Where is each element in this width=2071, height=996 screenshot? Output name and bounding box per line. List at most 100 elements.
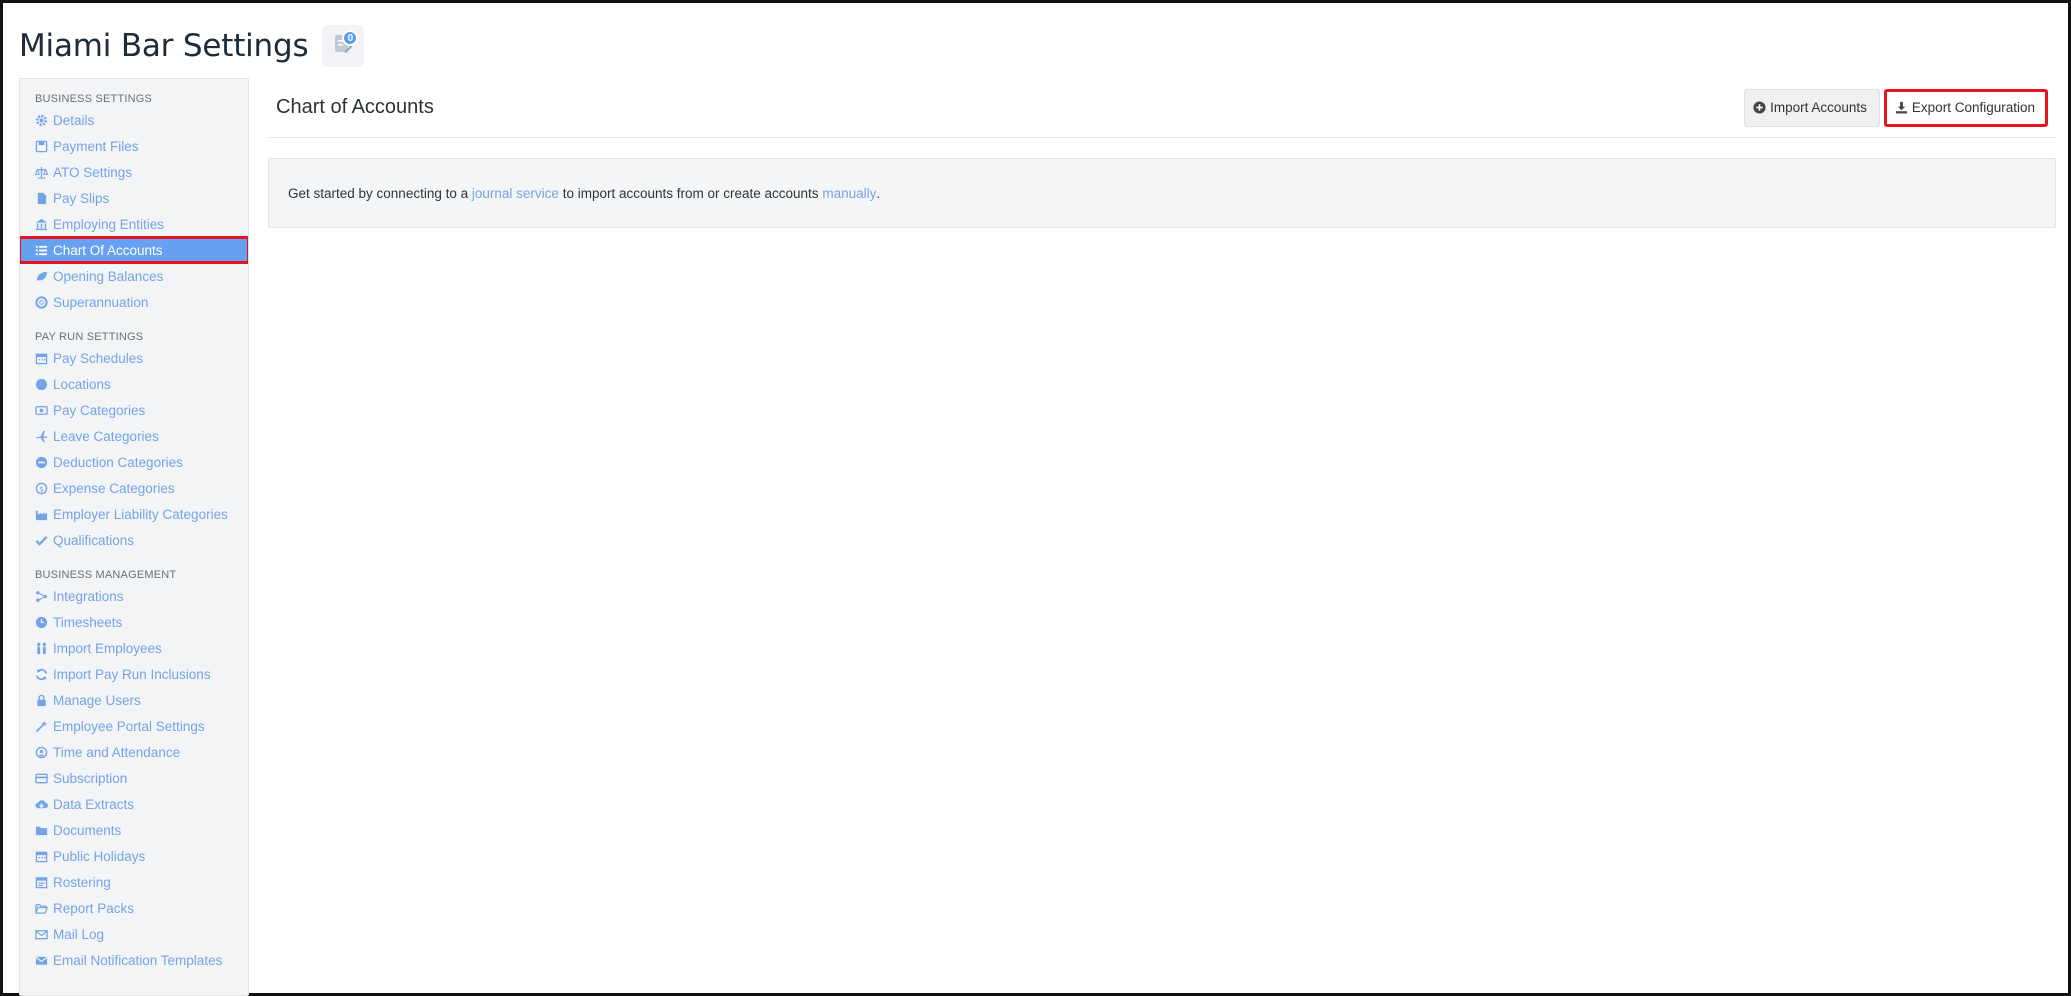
sidebar-item-label: Opening Balances — [53, 268, 164, 284]
main-content: Chart of Accounts Import Accounts Export… — [268, 78, 2056, 228]
sidebar-item-report-packs[interactable]: Report Packs — [20, 895, 248, 921]
integration-icon — [34, 589, 48, 603]
sidebar-item-label: Import Employees — [53, 640, 162, 656]
clock-icon — [34, 615, 48, 629]
main-header: Chart of Accounts Import Accounts Export… — [268, 78, 2056, 138]
download-icon — [1895, 101, 1908, 114]
sidebar-item-label: Pay Schedules — [53, 350, 144, 366]
sidebar-item-label: Employee Portal Settings — [53, 718, 205, 734]
lock-icon — [34, 693, 48, 707]
sidebar-item-pay-slips[interactable]: Pay Slips — [20, 185, 248, 211]
sidebar-item-label: Import Pay Run Inclusions — [53, 666, 211, 682]
sidebar-item-label: Subscription — [53, 770, 128, 786]
journal-service-link[interactable]: journal service — [472, 186, 559, 201]
import-accounts-button[interactable]: Import Accounts — [1744, 88, 1880, 127]
list-icon — [34, 243, 48, 257]
sidebar-item-label: ATO Settings — [53, 164, 133, 180]
sidebar-item-payment-files[interactable]: Payment Files — [20, 133, 248, 159]
sidebar-item-integrations[interactable]: Integrations — [20, 583, 248, 609]
sidebar-item-expense-categories[interactable]: $ Expense Categories — [20, 475, 248, 501]
sidebar-item-leave-categories[interactable]: Leave Categories — [20, 423, 248, 449]
sidebar-item-employer-liability-categories[interactable]: Employer Liability Categories — [20, 501, 248, 527]
sidebar-item-label: Chart Of Accounts — [53, 242, 163, 258]
sidebar-item-label: Qualifications — [53, 532, 135, 548]
sidebar-item-label: Report Packs — [53, 900, 135, 916]
sidebar-item-label: Documents — [53, 822, 122, 838]
header-actions: Import Accounts Export Configuration — [1744, 88, 2048, 127]
lifebuoy-icon — [34, 295, 48, 309]
envelope-icon — [34, 927, 48, 941]
sidebar-item-label: Deduction Categories — [53, 454, 183, 470]
sidebar-section-heading: BUSINESS SETTINGS — [35, 93, 153, 105]
info-prefix: Get started by connecting to a — [288, 185, 469, 201]
sidebar-item-label: Time and Attendance — [53, 744, 181, 760]
sidebar-item-public-holidays[interactable]: Public Holidays — [20, 843, 248, 869]
manually-link[interactable]: manually — [822, 186, 876, 201]
sidebar-item-manage-users[interactable]: Manage Users — [20, 687, 248, 713]
app-window: Miami Bar Settings 0 BUSINESS SETTINGS De… — [0, 0, 2071, 996]
sidebar-item-timesheets[interactable]: Timesheets — [20, 609, 248, 635]
sidebar-item-label: Employer Liability Categories — [53, 506, 228, 522]
export-configuration-button[interactable]: Export Configuration — [1883, 88, 2048, 127]
sidebar-item-label: Payment Files — [53, 138, 139, 154]
folder-open-icon — [34, 901, 48, 915]
section-title: Chart of Accounts — [276, 96, 434, 118]
calendar-icon — [34, 351, 48, 365]
sidebar-item-label: Superannuation — [53, 294, 149, 310]
import-accounts-label: Import Accounts — [1770, 100, 1867, 115]
envelope-filled-icon — [34, 953, 48, 967]
money-icon — [34, 403, 48, 417]
sidebar-item-label: Timesheets — [53, 614, 123, 630]
info-middle: to import accounts from or create accoun… — [562, 185, 819, 201]
sidebar-item-mail-log[interactable]: Mail Log — [20, 921, 248, 947]
roster-icon — [34, 875, 48, 889]
sidebar-item-label: Locations — [53, 376, 111, 392]
settings-sidebar: BUSINESS SETTINGS Details Payment Files ATO… — [19, 78, 249, 996]
sidebar-item-label: Mail Log — [53, 926, 105, 942]
notification-badge: 0 — [342, 30, 359, 46]
sidebar-item-deduction-categories[interactable]: Deduction Categories — [20, 449, 248, 475]
notifications-button[interactable]: 0 — [322, 25, 365, 67]
page-title: Miami Bar Settings — [19, 28, 309, 64]
sidebar-item-qualifications[interactable]: Qualifications — [20, 527, 248, 553]
sidebar-item-label: Integrations — [53, 588, 124, 604]
sidebar-item-ato-settings[interactable]: ATO Settings — [20, 159, 248, 185]
sidebar-item-documents[interactable]: Documents — [20, 817, 248, 843]
cloud-download-icon — [34, 797, 48, 811]
sidebar-item-subscription[interactable]: Subscription — [20, 765, 248, 791]
calendar-icon — [34, 849, 48, 863]
minus-circle-icon — [34, 455, 48, 469]
sidebar-item-chart-of-accounts[interactable]: Chart Of Accounts — [20, 236, 248, 264]
plane-icon — [34, 429, 48, 443]
sidebar-item-data-extracts[interactable]: Data Extracts — [20, 791, 248, 817]
sidebar-item-import-employees[interactable]: Import Employees — [20, 635, 248, 661]
sidebar-item-employing-entities[interactable]: Employing Entities — [20, 211, 248, 237]
sidebar-item-label: Data Extracts — [53, 796, 135, 812]
sidebar-item-label: Employing Entities — [53, 216, 165, 232]
sidebar-item-rostering[interactable]: Rostering — [20, 869, 248, 895]
bank-icon — [34, 217, 48, 231]
gear-icon — [34, 113, 48, 127]
sidebar-item-pay-schedules[interactable]: Pay Schedules — [20, 345, 248, 371]
folder-icon — [34, 823, 48, 837]
dollar-cycle-icon: $ — [34, 481, 48, 495]
sidebar-item-label: Leave Categories — [53, 428, 159, 444]
sidebar-item-import-pay-run-inclusions[interactable]: Import Pay Run Inclusions — [20, 661, 248, 687]
sidebar-item-email-notification-templates[interactable]: Email Notification Templates — [20, 947, 248, 973]
refresh-icon — [34, 667, 48, 681]
sidebar-item-superannuation[interactable]: Superannuation — [20, 289, 248, 315]
sidebar-item-employee-portal-settings[interactable]: Employee Portal Settings — [20, 713, 248, 739]
factory-icon — [34, 507, 48, 521]
sidebar-item-label: Manage Users — [53, 692, 141, 708]
time-attendance-icon — [34, 745, 48, 759]
sidebar-item-opening-balances[interactable]: Opening Balances — [20, 263, 248, 289]
sidebar-item-pay-categories[interactable]: Pay Categories — [20, 397, 248, 423]
sidebar-item-label: Rostering — [53, 874, 111, 890]
info-suffix: . — [876, 185, 881, 201]
sidebar-item-label: Email Notification Templates — [53, 952, 223, 968]
sidebar-item-locations[interactable]: Locations — [20, 371, 248, 397]
sidebar-item-details[interactable]: Details — [20, 107, 248, 133]
sidebar-item-time-and-attendance[interactable]: Time and Attendance — [20, 739, 248, 765]
export-configuration-label: Export Configuration — [1911, 100, 2035, 115]
